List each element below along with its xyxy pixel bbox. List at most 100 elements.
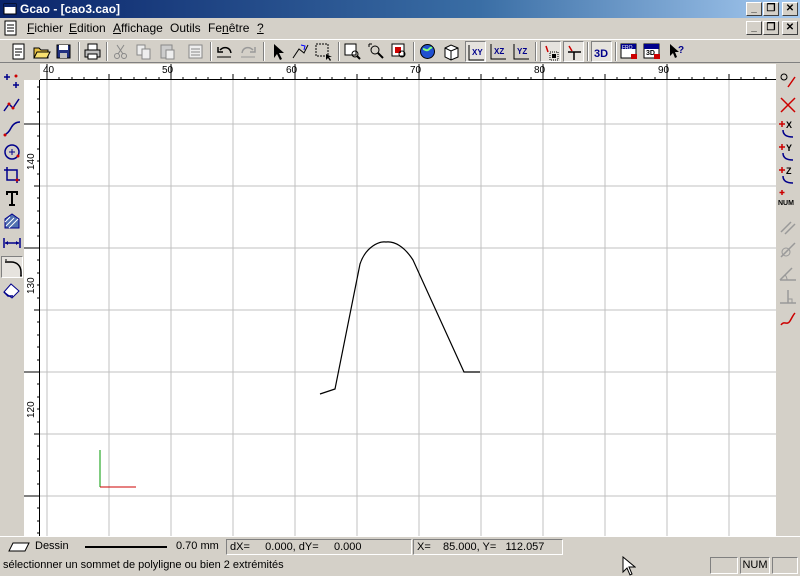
snap-tangent-icon: [780, 242, 796, 258]
snap-grid-icon: [545, 45, 559, 61]
separator: [413, 42, 415, 61]
restore-button[interactable]: ❐: [763, 2, 779, 16]
circle-icon: [4, 144, 20, 160]
redo-icon: [241, 46, 256, 58]
text-tool[interactable]: [1, 187, 23, 209]
select-arrow-button[interactable]: [267, 41, 288, 62]
globe-icon: [420, 44, 435, 59]
cube-icon: [444, 44, 459, 61]
menu-outils[interactable]: Outils: [170, 21, 201, 35]
cut-button[interactable]: [110, 41, 131, 62]
help-cursor-button[interactable]: ?: [666, 41, 687, 62]
svg-text:XY: XY: [472, 48, 483, 57]
menu-fenetre[interactable]: Fenêtre: [208, 21, 249, 35]
3d-view-button[interactable]: 3D: [642, 41, 663, 62]
select-polyline-button[interactable]: [290, 41, 311, 62]
open-icon: [33, 47, 51, 59]
app-icon: [3, 3, 17, 15]
snap-tangent-tool[interactable]: [777, 239, 799, 261]
front-view-button[interactable]: FRO: [619, 41, 640, 62]
snap-grid-button[interactable]: [540, 41, 561, 62]
doc-close-button[interactable]: ✕: [782, 21, 798, 35]
minimize-button[interactable]: _: [746, 2, 762, 16]
layer-icon: [8, 542, 30, 552]
coordinates-readout: X= 85.000, Y= 112.057: [413, 539, 563, 555]
line-width-value[interactable]: 0.70 mm: [173, 539, 219, 555]
svg-text:3D: 3D: [594, 48, 608, 60]
snap-y-tool[interactable]: Y: [777, 141, 799, 163]
select-arrow-icon: [274, 44, 284, 60]
trim-tool[interactable]: [1, 164, 23, 186]
redo-button[interactable]: [238, 41, 259, 62]
drawn-polyline[interactable]: [319, 241, 480, 395]
snap-angle-tool[interactable]: [777, 262, 799, 284]
copy-button[interactable]: [133, 41, 154, 62]
polyline-tool[interactable]: [1, 94, 23, 116]
ruler-label-x: 60: [286, 65, 298, 76]
cube-button[interactable]: [441, 41, 462, 62]
drawing-canvas[interactable]: [40, 80, 776, 536]
snap-perpendicular-tool[interactable]: [777, 285, 799, 307]
layer-name[interactable]: Dessin: [32, 539, 69, 555]
circle-tool[interactable]: [1, 141, 23, 163]
doc-restore-button[interactable]: ❐: [763, 21, 779, 35]
zoom-window-button[interactable]: [342, 41, 363, 62]
point-tool[interactable]: [1, 70, 23, 92]
top-ruler: 40 50 60 70 80 90: [40, 64, 776, 80]
menu-fichier[interactable]: Fichier: [27, 21, 63, 35]
plane-yz-button[interactable]: YZ: [511, 41, 532, 62]
dimension-tool[interactable]: [1, 232, 23, 254]
plane-xy-button[interactable]: XY: [465, 41, 486, 62]
svg-text:3D: 3D: [646, 50, 655, 57]
snap-center-tool[interactable]: [777, 70, 799, 92]
main-toolbar: XY XZ YZ 3D FRO 3D ?: [0, 39, 800, 63]
snap-x-tool[interactable]: X: [777, 118, 799, 140]
open-button[interactable]: [31, 41, 52, 62]
zoom-extents-button[interactable]: [389, 41, 410, 62]
svg-text:X: X: [786, 120, 792, 130]
snap-intersection-icon: [780, 97, 796, 113]
erase-tool[interactable]: [1, 279, 23, 301]
undo-button[interactable]: [214, 41, 235, 62]
menu-affichage[interactable]: Affichage: [113, 21, 163, 35]
plane-xz-icon: XZ: [490, 44, 506, 60]
svg-text:?: ?: [678, 45, 684, 56]
svg-text:FRO: FRO: [622, 45, 633, 51]
globe-button[interactable]: [417, 41, 438, 62]
delta-readout: dX= 0.000, dY= 0.000: [226, 539, 412, 555]
paste-button[interactable]: [157, 41, 178, 62]
plane-xy-icon: XY: [468, 45, 484, 61]
curve-tool[interactable]: [1, 118, 23, 140]
snap-curve-tool[interactable]: [777, 308, 799, 330]
plane-xz-button[interactable]: XZ: [488, 41, 509, 62]
menu-edition[interactable]: Edition: [69, 21, 106, 35]
mouse-cursor-icon: [622, 556, 636, 576]
snap-ortho-button[interactable]: [563, 41, 584, 62]
separator: [106, 42, 108, 61]
document-icon[interactable]: [3, 20, 19, 36]
erase-icon: [3, 283, 20, 299]
snap-parallel-tool[interactable]: [777, 216, 799, 238]
new-button[interactable]: [8, 41, 29, 62]
ruler-corner: [24, 64, 40, 80]
front-view-icon: FRO: [620, 43, 637, 59]
close-button[interactable]: ✕: [782, 2, 798, 16]
select-window-button[interactable]: [313, 41, 334, 62]
snap-z-tool[interactable]: Z: [777, 164, 799, 186]
save-button[interactable]: [53, 41, 74, 62]
line-width-preview: [85, 546, 167, 548]
separator: [78, 42, 80, 61]
menu-help[interactable]: ?: [257, 21, 264, 35]
undo-icon: [217, 46, 232, 58]
svg-text:NUM: NUM: [778, 200, 794, 207]
properties-button[interactable]: [185, 41, 206, 62]
new-icon: [12, 43, 25, 60]
fillet-tool[interactable]: [1, 256, 23, 278]
zoom-dynamic-button[interactable]: [366, 41, 387, 62]
view-3d-button[interactable]: 3D: [591, 41, 612, 62]
doc-minimize-button[interactable]: _: [746, 21, 762, 35]
snap-intersection-tool[interactable]: [777, 94, 799, 116]
print-button[interactable]: [82, 41, 103, 62]
hatch-tool[interactable]: [1, 210, 23, 232]
snap-num-tool[interactable]: NUM: [777, 187, 799, 209]
